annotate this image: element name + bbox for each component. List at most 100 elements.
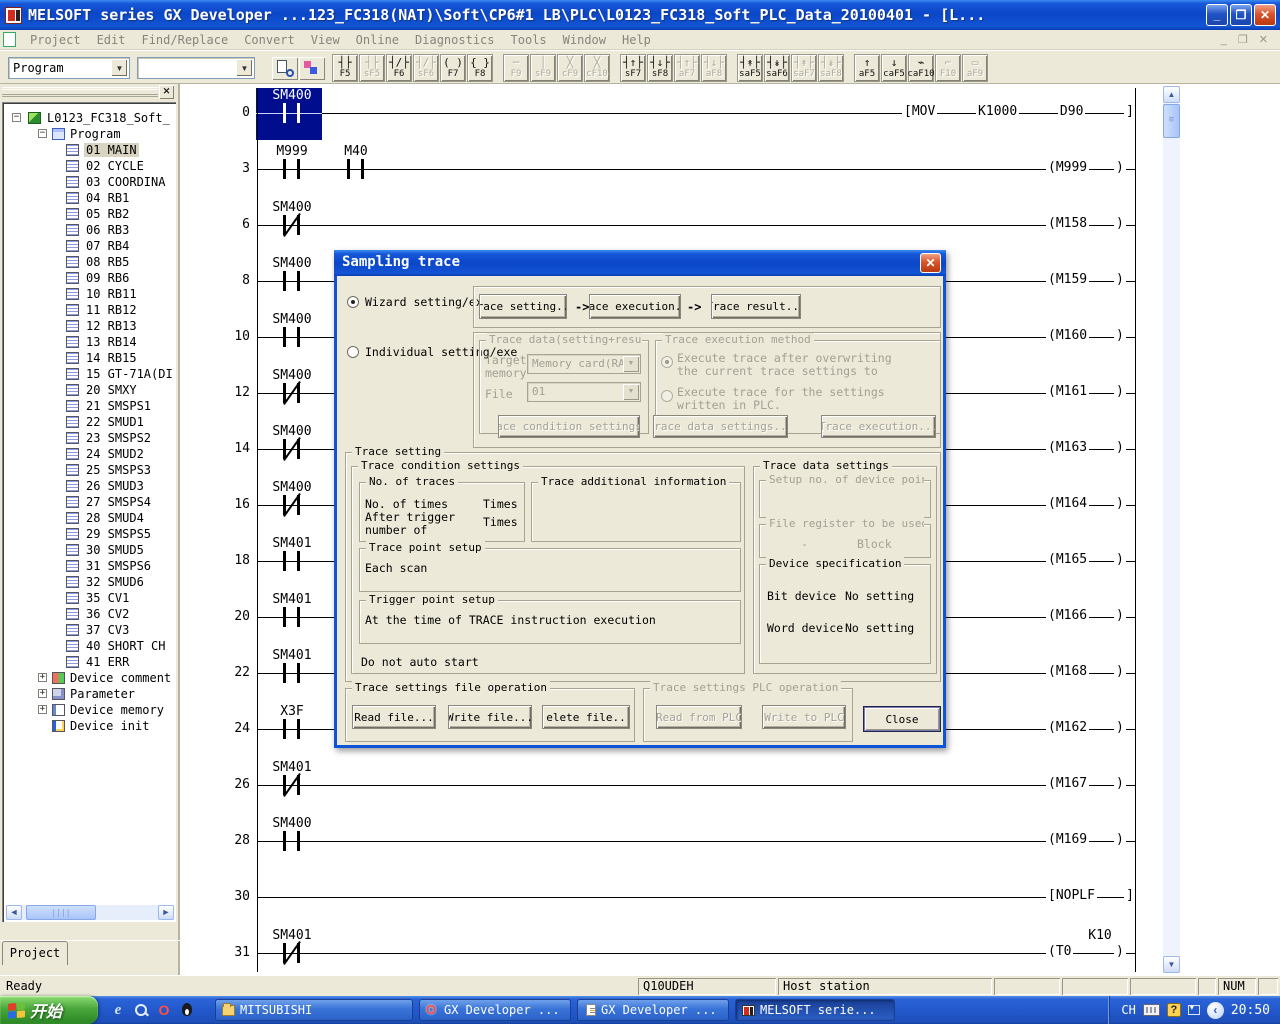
contact-device-label[interactable]: M40: [325, 144, 387, 159]
scrollbar-thumb[interactable]: [26, 905, 96, 920]
tree-item-40-short-ch[interactable]: 40 SHORT CH: [2, 638, 176, 654]
tree-item-11-rb12[interactable]: 11 RB12: [2, 302, 176, 318]
taskbar-gx-developer[interactable]: GX Developer ...: [577, 999, 729, 1021]
contact-device-label[interactable]: SM401: [261, 592, 323, 607]
close-dialog-button[interactable]: Close: [863, 706, 941, 732]
tool-open-contact[interactable]: ┤├F5: [332, 54, 358, 82]
collapse-icon[interactable]: −: [38, 129, 47, 138]
tool-operation-result-pulse[interactable]: ⌁caF10: [908, 54, 934, 82]
tool-coil[interactable]: ( )F7: [440, 54, 466, 82]
help-tray-icon[interactable]: ?: [1167, 1003, 1181, 1017]
expand-icon[interactable]: +: [38, 673, 47, 682]
coil-device-label[interactable]: (M169: [1046, 832, 1089, 847]
contact-device-label[interactable]: SM401: [261, 928, 323, 943]
tree-item-21-smsps1[interactable]: 21 SMSPS1: [2, 398, 176, 414]
tree-item-09-rb6[interactable]: 09 RB6: [2, 270, 176, 286]
tree-item-04-rb1[interactable]: 04 RB1: [2, 190, 176, 206]
contact-device-label[interactable]: SM400: [261, 816, 323, 831]
program-type-combobox[interactable]: Program ▼: [8, 57, 130, 79]
tree-item-device-comment[interactable]: +Device comment: [2, 670, 176, 686]
tree-item-13-rb14[interactable]: 13 RB14: [2, 334, 176, 350]
menu-diagnostics[interactable]: Diagnostics: [407, 31, 502, 49]
find-combobox[interactable]: ▼: [137, 57, 255, 79]
taskbar-gx-developer[interactable]: GX Developer ...: [419, 999, 571, 1021]
coil-device-label[interactable]: (M999: [1046, 160, 1089, 175]
contact-device-label[interactable]: SM400: [261, 368, 323, 383]
taskbar-mitsubishi[interactable]: MITSUBISHI: [215, 999, 413, 1021]
menu-project[interactable]: Project: [22, 31, 89, 49]
contact-device-label[interactable]: M999: [261, 144, 323, 159]
tree-item-37-cv3[interactable]: 37 CV3: [2, 622, 176, 638]
contact-device-label[interactable]: SM401: [261, 760, 323, 775]
restore-button[interactable]: ❐: [1230, 4, 1252, 26]
wizard-trace-setting-button[interactable]: Trace setting...: [479, 294, 567, 319]
dialog-titlebar[interactable]: Sampling trace: [334, 250, 946, 276]
menu-find-replace[interactable]: Find/Replace: [133, 31, 236, 49]
chevron-down-icon[interactable]: ▼: [236, 59, 253, 77]
individual-setting-radio[interactable]: [347, 346, 359, 358]
contact-device-label[interactable]: SM400: [261, 88, 323, 103]
coil-device-label[interactable]: (M168: [1046, 664, 1089, 679]
contact-device-label[interactable]: SM400: [261, 424, 323, 439]
tree-item-31-smsps6[interactable]: 31 SMSPS6: [2, 558, 176, 574]
scroll-up-icon[interactable]: ▲: [1163, 86, 1180, 103]
tree-item-08-rb5[interactable]: 08 RB5: [2, 254, 176, 270]
display-tray-icon[interactable]: [1188, 1005, 1200, 1015]
tree-item-l0123-fc318-soft[interactable]: −L0123_FC318_Soft_: [2, 110, 176, 126]
tree-item-32-smud6[interactable]: 32 SMUD6: [2, 574, 176, 590]
instruction-block[interactable]: [NOPLF]: [1046, 888, 1136, 903]
collapse-tray-icon[interactable]: ‹: [1207, 1002, 1224, 1019]
tree-item-02-cycle[interactable]: 02 CYCLE: [2, 158, 176, 174]
tree-item-35-cv1[interactable]: 35 CV1: [2, 590, 176, 606]
tool-rising-pulse-close[interactable]: ┤↟├saF5: [737, 54, 763, 82]
tree-item-01-main[interactable]: 01 MAIN: [2, 142, 176, 158]
contact-device-label[interactable]: SM401: [261, 536, 323, 551]
contact-device-label[interactable]: X3F: [261, 704, 323, 719]
tree-item-05-rb2[interactable]: 05 RB2: [2, 206, 176, 222]
start-button[interactable]: 开始: [0, 996, 98, 1024]
tab-project[interactable]: Project: [2, 941, 68, 965]
expand-icon[interactable]: +: [38, 705, 47, 714]
coil-device-label[interactable]: (M161: [1046, 384, 1089, 399]
menu-view[interactable]: View: [303, 31, 348, 49]
wizard-setting-radio[interactable]: [347, 296, 359, 308]
tool-invert-operation-results[interactable]: ↑aF5: [854, 54, 880, 82]
comment-display-button[interactable]: [272, 57, 298, 80]
write-file-button[interactable]: Write file...: [448, 705, 532, 729]
coil-device-label[interactable]: (M163: [1046, 440, 1089, 455]
instruction-block[interactable]: [MOVK1000D90]: [902, 104, 1136, 119]
contact-device-label[interactable]: SM400: [261, 200, 323, 215]
tree-item-parameter[interactable]: +Parameter: [2, 686, 176, 702]
tree-item-30-smud5[interactable]: 30 SMUD5: [2, 542, 176, 558]
wizard-trace-result-button[interactable]: Trace result...: [711, 294, 801, 319]
tree-item-29-smsps5[interactable]: 29 SMSPS5: [2, 526, 176, 542]
tool-falling-pulse-close[interactable]: ┤↡├saF6: [764, 54, 790, 82]
tree-item-36-cv2[interactable]: 36 CV2: [2, 606, 176, 622]
mdi-window-controls[interactable]: _ ❐ ✕: [1221, 33, 1280, 46]
scroll-right-icon[interactable]: ►: [158, 905, 174, 920]
opera-quicklaunch-icon[interactable]: [156, 1002, 172, 1018]
coil-device-label[interactable]: (M164: [1046, 496, 1089, 511]
menu-help[interactable]: Help: [614, 31, 659, 49]
contact-device-label[interactable]: SM400: [261, 312, 323, 327]
expand-icon[interactable]: +: [38, 689, 47, 698]
tree-item-20-smxy[interactable]: 20 SMXY: [2, 382, 176, 398]
ie-quicklaunch-icon[interactable]: [110, 1002, 126, 1018]
menu-online[interactable]: Online: [348, 31, 407, 49]
collapse-icon[interactable]: −: [12, 113, 21, 122]
tree-item-10-rb11[interactable]: 10 RB11: [2, 286, 176, 302]
tree-item-12-rb13[interactable]: 12 RB13: [2, 318, 176, 334]
tree-item-program[interactable]: −Program: [2, 126, 176, 142]
contact-device-label[interactable]: SM400: [261, 480, 323, 495]
tree-item-03-coordina[interactable]: 03 COORDINA: [2, 174, 176, 190]
search-quicklaunch-icon[interactable]: [133, 1002, 149, 1018]
taskbar-melsoft-serie[interactable]: MELSOFT serie...: [735, 999, 895, 1021]
language-indicator[interactable]: CH: [1121, 1003, 1135, 1017]
menu-edit[interactable]: Edit: [89, 31, 134, 49]
scroll-down-icon[interactable]: ▼: [1163, 956, 1180, 973]
tree-item-41-err[interactable]: 41 ERR: [2, 654, 176, 670]
coil-device-label[interactable]: (M166: [1046, 608, 1089, 623]
tree-item-25-smsps3[interactable]: 25 SMSPS3: [2, 462, 176, 478]
menu-convert[interactable]: Convert: [236, 31, 303, 49]
tool-falling-pulse[interactable]: ┤↓├sF8: [647, 54, 673, 82]
